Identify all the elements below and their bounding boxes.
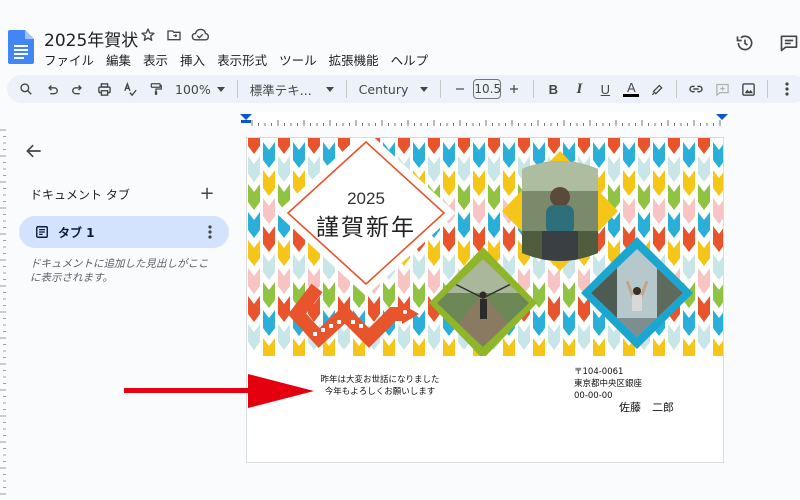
tab-options-icon[interactable]: [207, 225, 213, 239]
more-icon[interactable]: [774, 76, 800, 102]
comments-icon[interactable]: [778, 32, 800, 54]
divider: [345, 80, 347, 98]
new-year-card-image[interactable]: 2025 謹賀新年: [247, 138, 723, 356]
highlight-icon[interactable]: [644, 76, 670, 102]
add-tab-button[interactable]: +: [198, 183, 216, 204]
redo-icon[interactable]: [65, 76, 91, 102]
document-page[interactable]: 2025 謹賀新年 昨年は大変お世話になりました 今年もよろしくお願いします 〒…: [246, 137, 724, 463]
menu-help[interactable]: ヘルプ: [391, 50, 429, 69]
vertical-ruler: [0, 129, 6, 495]
star-icon[interactable]: [139, 26, 157, 44]
address-line: 東京都中央区銀座: [574, 379, 643, 389]
chevron-down-icon: [216, 86, 225, 92]
document-title[interactable]: 2025年賀状: [44, 26, 138, 51]
divider: [440, 80, 442, 98]
paragraph-style-value: 標準テキ...: [249, 82, 312, 98]
history-icon[interactable]: [734, 32, 756, 54]
menu-insert[interactable]: 挿入: [180, 50, 205, 69]
cloud-saved-icon[interactable]: [191, 26, 209, 44]
text-color-swatch: [623, 94, 640, 97]
sidebar-item-tab-1[interactable]: タブ 1: [19, 216, 229, 248]
menu-file[interactable]: ファイル: [44, 50, 94, 69]
menu-format[interactable]: 表示形式: [217, 50, 267, 69]
zoom-value: 100%: [175, 81, 211, 97]
move-to-folder-icon[interactable]: [165, 26, 183, 44]
sender-name[interactable]: 佐藤 二郎: [619, 399, 674, 415]
card-greeting: 謹賀新年: [316, 215, 416, 241]
horizontal-ruler[interactable]: [0, 112, 800, 126]
red-pointer-arrow: [124, 374, 314, 408]
paragraph-style-select[interactable]: 標準テキ...: [244, 80, 340, 99]
divider: [236, 80, 238, 98]
outline-hint: ドキュメントに追加した見出しがここに表示されます。: [30, 258, 209, 284]
first-line-indent-marker: [241, 120, 251, 123]
link-icon[interactable]: [683, 76, 709, 102]
undo-icon[interactable]: [39, 76, 65, 102]
spellcheck-icon[interactable]: [117, 76, 143, 102]
toolbar: 100% 標準テキ... Century 10.5 B I U A: [7, 75, 800, 103]
menu-view[interactable]: 表示: [143, 50, 168, 69]
bold-button[interactable]: B: [540, 76, 566, 102]
tab-label: タブ 1: [58, 225, 95, 240]
message-line-2: 今年もよろしくお願いします: [324, 387, 436, 397]
menu-bar: ファイル 編集 表示 挿入 表示形式 ツール 拡張機能 ヘルプ: [44, 50, 440, 69]
decrease-font-size-icon[interactable]: [447, 76, 473, 102]
italic-button[interactable]: I: [566, 76, 592, 102]
sender-address[interactable]: 〒104-0061 東京都中央区銀座 00-00-00: [574, 366, 642, 402]
menu-edit[interactable]: 編集: [106, 50, 131, 69]
docs-logo-icon[interactable]: [8, 30, 34, 64]
font-size-input[interactable]: 10.5: [473, 79, 502, 99]
divider: [676, 80, 678, 98]
font-value: Century: [358, 81, 409, 97]
card-year: 2025: [347, 189, 385, 208]
font-select[interactable]: Century: [353, 82, 435, 97]
back-arrow-icon[interactable]: [24, 141, 44, 161]
document-tabs-header: ドキュメント タブ: [30, 188, 130, 202]
add-comment-icon[interactable]: [709, 76, 735, 102]
print-icon[interactable]: [91, 76, 117, 102]
menu-extensions[interactable]: 拡張機能: [329, 50, 379, 69]
text-color-letter: A: [627, 80, 636, 95]
document-icon: [36, 226, 48, 238]
text-color-button[interactable]: A: [618, 76, 644, 102]
menu-tools[interactable]: ツール: [279, 50, 317, 69]
divider: [533, 80, 535, 98]
underline-button[interactable]: U: [592, 76, 618, 102]
zoom-select[interactable]: 100%: [169, 82, 231, 97]
chevron-down-icon: [325, 86, 334, 92]
increase-font-size-icon[interactable]: [501, 76, 527, 102]
search-icon[interactable]: [13, 76, 39, 102]
insert-image-icon[interactable]: [735, 76, 761, 102]
postal-code: 〒104-0061: [574, 367, 624, 377]
greeting-message[interactable]: 昨年は大変お世話になりました 今年もよろしくお願いします: [315, 374, 445, 398]
message-line-1: 昨年は大変お世話になりました: [320, 375, 440, 385]
divider: [767, 80, 769, 98]
chevron-down-icon: [420, 86, 429, 92]
paint-format-icon[interactable]: [143, 76, 169, 102]
